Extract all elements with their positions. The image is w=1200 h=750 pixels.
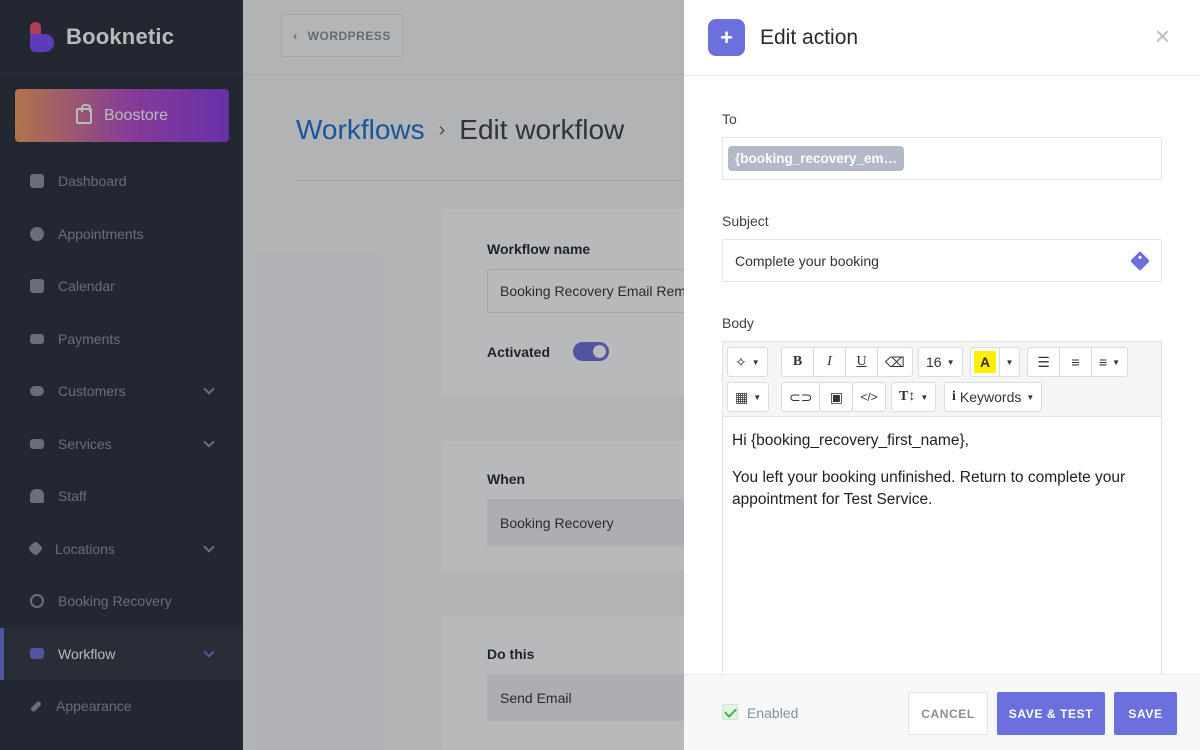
drawer-title: Edit action <box>760 25 859 49</box>
editor-content[interactable]: Hi {booking_recovery_first_name}, You le… <box>723 418 1161 538</box>
enabled-checkbox[interactable] <box>722 704 738 720</box>
save-and-test-button[interactable]: SAVE & TEST <box>997 692 1105 735</box>
cancel-button[interactable]: CANCEL <box>908 692 988 735</box>
toolbar-group-style: ✧ ▼ <box>727 347 768 377</box>
recipient-chip[interactable]: {booking_recovery_em… <box>728 146 905 171</box>
toolbar-group-code: </> <box>852 382 886 412</box>
text-height-icon[interactable]: T↕ ▼ <box>892 383 935 411</box>
ordered-list-icon[interactable]: ≡ <box>1060 348 1092 376</box>
toolbar-group-format: B I U ⌫ <box>781 347 913 377</box>
underline-icon[interactable]: U <box>846 348 878 376</box>
font-size-value: 16 <box>926 354 942 370</box>
eraser-icon[interactable]: ⌫ <box>878 348 912 376</box>
drawer-header: + Edit action × <box>684 0 1200 76</box>
close-icon[interactable]: × <box>1155 22 1170 50</box>
info-icon: i <box>952 389 956 404</box>
edit-action-drawer: + Edit action × To {booking_recovery_em…… <box>684 0 1200 750</box>
italic-icon[interactable]: I <box>814 348 846 376</box>
align-dropdown-icon[interactable]: ≡ ▼ <box>1092 348 1127 376</box>
toolbar-group-font-size: 16 ▼ <box>918 347 963 377</box>
link-icon[interactable]: ⊂⊃ <box>782 383 821 411</box>
plus-icon: + <box>708 19 745 56</box>
toolbar-group-keywords: i Keywords ▼ <box>944 382 1043 412</box>
subject-value: Complete your booking <box>735 253 879 269</box>
color-dropdown-caret[interactable]: ▼ <box>999 348 1019 376</box>
toolbar-group-text-style: T↕ ▼ <box>891 382 937 412</box>
text-color-icon[interactable]: A <box>974 351 996 373</box>
subject-label: Subject <box>722 213 769 229</box>
editor-toolbar: ✧ ▼ B I U ⌫ 16 ▼ A ▼ ☰ ≡ ≡ ▼ ▦ ▼ ⊂⊃ ▣ </… <box>723 342 1161 417</box>
table-icon[interactable]: ▦ ▼ <box>728 383 768 411</box>
keywords-dropdown[interactable]: i Keywords ▼ <box>945 383 1041 411</box>
toolbar-group-table: ▦ ▼ <box>727 382 770 412</box>
image-icon[interactable]: ▣ <box>820 383 852 411</box>
bold-icon[interactable]: B <box>782 348 814 376</box>
tag-icon[interactable] <box>1130 251 1150 271</box>
code-view-icon[interactable]: </> <box>853 383 885 411</box>
modal-overlay[interactable] <box>0 0 684 750</box>
enabled-label[interactable]: Enabled <box>747 705 798 721</box>
toolbar-group-insert: ⊂⊃ ▣ <box>781 382 854 412</box>
body-label: Body <box>722 315 754 331</box>
to-label: To <box>722 111 737 127</box>
drawer-footer: Enabled CANCEL SAVE & TEST SAVE <box>684 674 1200 750</box>
body-message: You left your booking unfinished. Return… <box>732 469 1126 508</box>
font-size-dropdown[interactable]: 16 ▼ <box>919 348 962 376</box>
keywords-label: Keywords <box>959 389 1022 405</box>
toolbar-group-paragraph: ☰ ≡ ≡ ▼ <box>1027 347 1129 377</box>
unordered-list-icon[interactable]: ☰ <box>1028 348 1060 376</box>
body-editor: ✧ ▼ B I U ⌫ 16 ▼ A ▼ ☰ ≡ ≡ ▼ ▦ ▼ ⊂⊃ ▣ </… <box>722 341 1162 674</box>
body-greeting: Hi {booking_recovery_first_name}, <box>732 432 969 449</box>
magic-wand-icon[interactable]: ✧ ▼ <box>728 348 767 376</box>
save-button[interactable]: SAVE <box>1114 692 1177 735</box>
to-input[interactable]: {booking_recovery_em… <box>722 137 1162 180</box>
toolbar-group-color: A ▼ <box>970 347 1020 377</box>
subject-input[interactable]: Complete your booking <box>722 239 1162 282</box>
